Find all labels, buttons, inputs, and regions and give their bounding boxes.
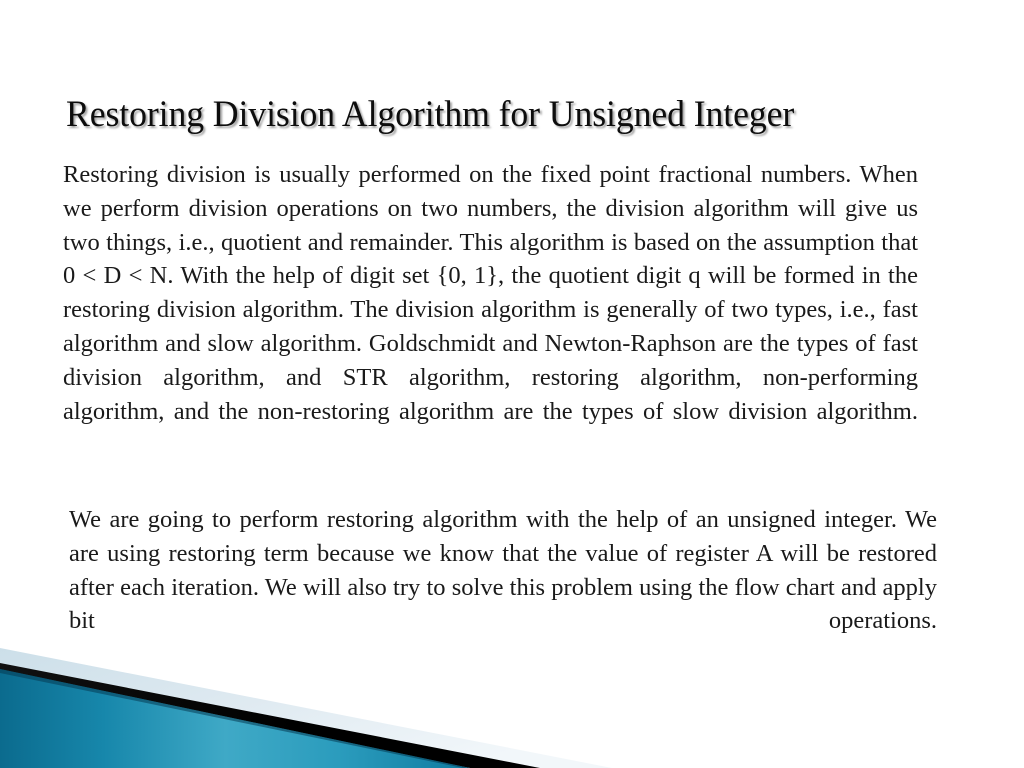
body-paragraph-1: Restoring division is usually performed … [63,161,918,425]
teal-wedge-edge-highlight [0,669,470,768]
body-paragraph-2: We are going to perform restoring algori… [69,506,937,635]
teal-wedge [0,669,470,768]
page-title: Restoring Division Algorithm for Unsigne… [66,93,795,135]
slide-canvas: Restoring Division Algorithm for Unsigne… [0,0,1024,768]
black-diagonal-stripe [0,663,540,768]
